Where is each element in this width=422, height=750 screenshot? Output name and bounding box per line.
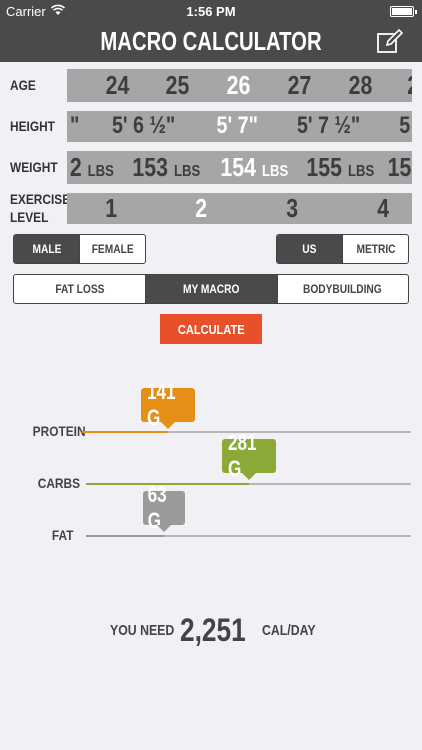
gender-toggle: MALE FEMALE (13, 234, 146, 264)
weight-picker[interactable]: 2 LBS 153 LBS 154 LBS 155 LBS 15 (67, 151, 412, 184)
height-picker[interactable]: " 5' 6 ½" 5' 7" 5' 7 ½" 5 (67, 111, 412, 142)
weight-option[interactable]: 155 LBS (306, 152, 374, 183)
status-bar: Carrier 1:56 PM (0, 0, 422, 22)
goal-bodybuilding-option[interactable]: BODYBUILDING (276, 275, 408, 303)
units-us-option[interactable]: US (277, 235, 342, 263)
exercise-option[interactable]: 1 (105, 193, 117, 224)
carbs-label: CARBS (37, 475, 81, 491)
units-metric-option[interactable]: METRIC (342, 235, 408, 263)
battery-icon (390, 6, 417, 17)
weight-option-selected[interactable]: 154 LBS (220, 152, 288, 183)
weight-option[interactable]: 153 LBS (132, 152, 200, 183)
page-title: MACRO CALCULATOR (100, 26, 322, 56)
age-option[interactable]: 28 (349, 70, 373, 101)
age-label: AGE (10, 77, 36, 93)
age-picker[interactable]: 24 25 26 27 28 2 (67, 69, 412, 102)
goal-my-macro-option[interactable]: MY MACRO (145, 275, 277, 303)
protein-value-badge: 141 G (141, 379, 195, 430)
gender-female-option[interactable]: FEMALE (79, 235, 145, 263)
nav-header: MACRO CALCULATOR (0, 22, 422, 62)
cal-per-day-label: CAL/DAY (262, 622, 316, 639)
weight-option[interactable]: 15 (388, 152, 412, 183)
gender-male-option[interactable]: MALE (14, 235, 79, 263)
status-time: 1:56 PM (186, 4, 236, 19)
exercise-level-picker[interactable]: 1 2 3 4 (67, 193, 412, 224)
height-option[interactable]: 5' 6 ½" (112, 112, 175, 140)
height-option[interactable]: 5 (399, 112, 410, 140)
calculate-button[interactable]: CALCULATE (160, 314, 262, 344)
edit-icon[interactable] (376, 28, 404, 56)
age-option[interactable]: 27 (288, 70, 312, 101)
exercise-option[interactable]: 3 (286, 193, 298, 224)
fat-bar (86, 535, 164, 537)
weight-option[interactable]: 2 LBS (70, 152, 114, 183)
calorie-total: 2,251 (180, 612, 246, 648)
age-option[interactable]: 2 (407, 70, 412, 101)
height-label: HEIGHT (10, 118, 55, 134)
age-option[interactable]: 25 (166, 70, 190, 101)
carbs-value-badge: 281 G (222, 430, 276, 481)
age-option-selected[interactable]: 26 (227, 70, 251, 101)
exercise-option[interactable]: 4 (377, 193, 389, 224)
height-option[interactable]: " (70, 112, 79, 140)
height-option-selected[interactable]: 5' 7" (217, 112, 258, 140)
height-option[interactable]: 5' 7 ½" (297, 112, 360, 140)
fat-label: FAT (51, 527, 74, 543)
protein-bar (82, 431, 168, 433)
weight-label: WEIGHT (10, 159, 58, 175)
age-option[interactable]: 24 (106, 70, 130, 101)
goal-fat-loss-option[interactable]: FAT LOSS (14, 275, 145, 303)
exercise-level-label: EXERCISE LEVEL (10, 191, 71, 225)
you-need-label: YOU NEED (110, 622, 175, 639)
exercise-option-selected[interactable]: 2 (195, 193, 207, 224)
fat-value-badge: 63 G (143, 482, 185, 533)
protein-label: PROTEIN (32, 423, 86, 439)
units-toggle: US METRIC (276, 234, 409, 264)
goal-toggle: FAT LOSS MY MACRO BODYBUILDING (13, 274, 409, 304)
